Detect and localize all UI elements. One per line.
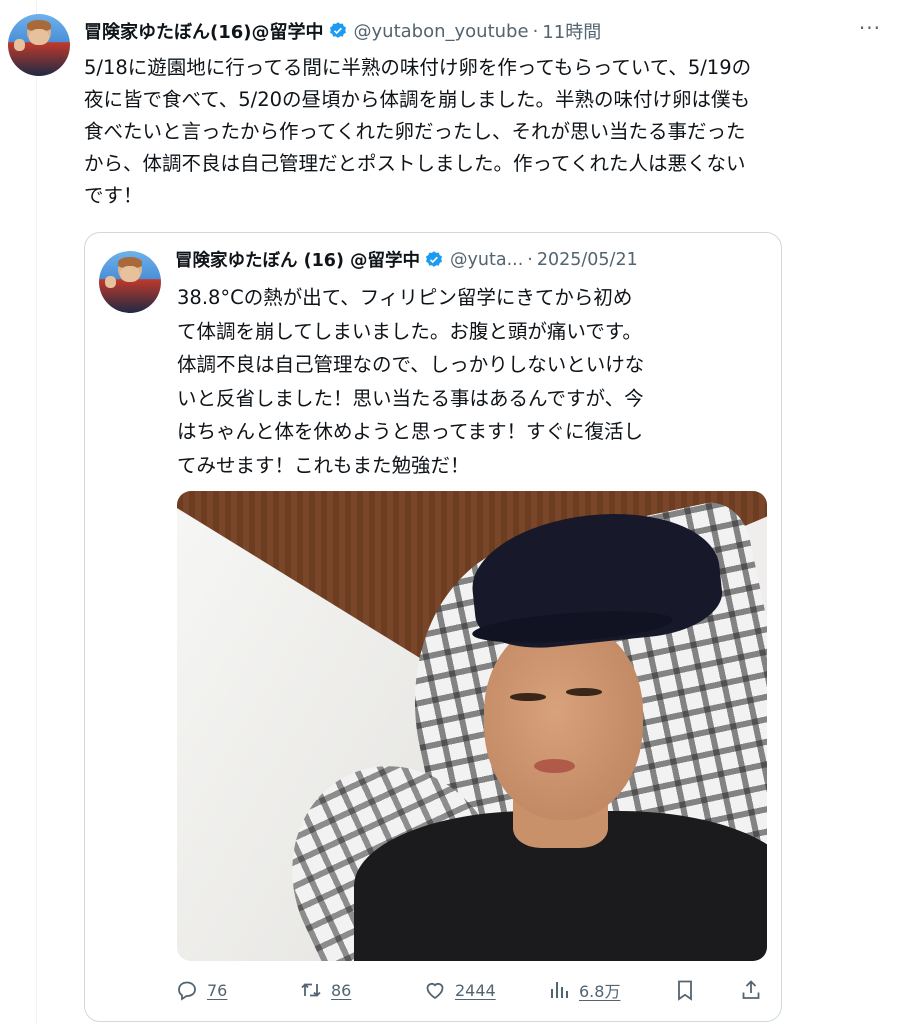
timestamp[interactable]: 11時間	[542, 18, 601, 44]
verified-badge-icon	[329, 22, 346, 38]
tweet-header: 冒険家ゆたぼん(16)@留学中 @yutabon_youtube · 11時間	[84, 18, 601, 44]
divider	[36, 0, 37, 1024]
like-button[interactable]: 2444	[423, 978, 496, 1002]
views-icon	[551, 982, 568, 998]
bookmark-icon	[678, 980, 692, 1001]
handle[interactable]: @yutabon_youtube	[354, 21, 529, 42]
bookmark-button[interactable]	[673, 978, 705, 1002]
views-count: 6.8万	[579, 982, 621, 1001]
separator-dot: ·	[532, 20, 539, 42]
heart-icon	[426, 982, 444, 1000]
quoted-avatar[interactable]	[99, 251, 161, 313]
separator-dot: ·	[527, 249, 533, 270]
display-name[interactable]: 冒険家ゆたぼん(16)@留学中	[84, 18, 324, 44]
more-options-icon[interactable]: ···	[859, 16, 881, 40]
quoted-tweet[interactable]: 冒険家ゆたぼん (16) @留学中 @yuta... · 2025/05/21 …	[84, 232, 782, 1022]
quoted-text: 38.8°Cの熱が出て、フィリピン留学にきてから初め て体調を崩してしまいました…	[177, 286, 645, 477]
reply-count: 76	[207, 980, 228, 1000]
repost-count: 86	[331, 980, 352, 1000]
share-button[interactable]	[739, 978, 771, 1002]
tweet-page: 冒険家ゆたぼん(16)@留学中 @yutabon_youtube · 11時間 …	[0, 0, 905, 1024]
avatar[interactable]	[8, 14, 70, 76]
tweet-text: 5/18に遊園地に行ってる間に半熟の味付け卵を作ってもらっていて、5/19の 夜…	[84, 56, 752, 207]
share-icon	[742, 980, 760, 999]
views-button[interactable]: 6.8万	[547, 978, 620, 1002]
reply-button[interactable]: 76	[175, 978, 227, 1002]
verified-badge-icon	[426, 250, 443, 267]
like-count: 2444	[455, 980, 496, 1000]
reply-icon	[178, 981, 196, 1001]
quoted-display-name[interactable]: 冒険家ゆたぼん (16) @留学中	[175, 247, 420, 272]
quoted-date[interactable]: 2025/05/21	[537, 250, 638, 270]
quoted-photo[interactable]	[177, 491, 767, 961]
repost-icon	[301, 983, 321, 997]
repost-button[interactable]: 86	[299, 978, 351, 1002]
quoted-header: 冒険家ゆたぼん (16) @留学中 @yuta... · 2025/05/21	[175, 247, 638, 272]
action-bar: 76 86 2444 6.8万	[85, 978, 781, 1008]
quoted-handle[interactable]: @yuta...	[450, 250, 523, 270]
